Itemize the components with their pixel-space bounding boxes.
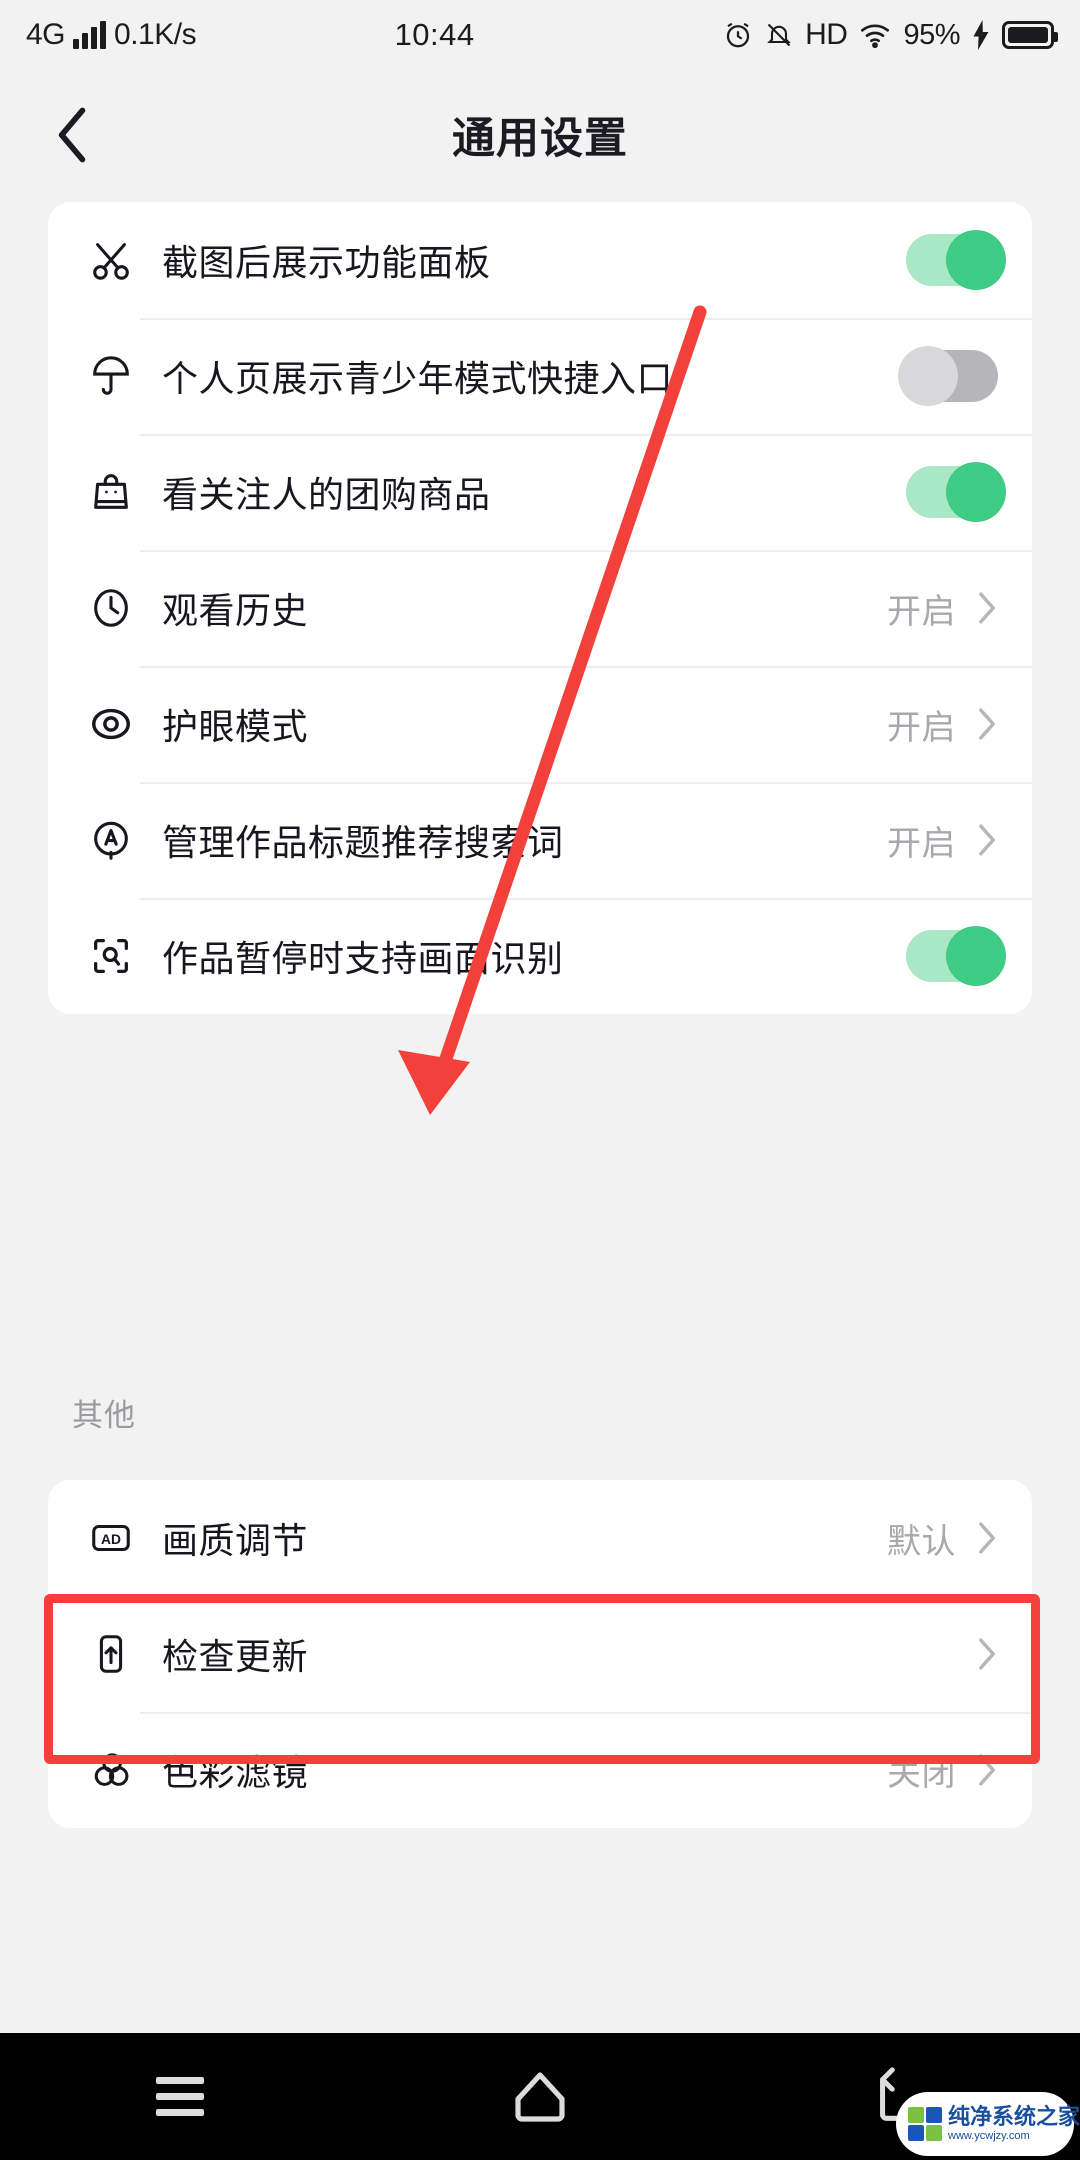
setting-label: 护眼模式 [162,706,309,747]
hd-icon: HD [805,18,848,51]
annotation-highlight-box [44,1594,1040,1764]
setting-label: 观看历史 [162,590,309,631]
setting-row-group-buy-goods[interactable]: 看关注人的团购商品 [48,434,1032,550]
setting-value: 开启 [887,592,956,631]
toggle-group-buy-goods[interactable] [906,462,1006,522]
watermark-logo-icon [908,2107,942,2141]
setting-label: 截图后展示功能面板 [162,242,491,283]
status-bar-right: HD 95% [723,18,1058,52]
ad-badge-icon: AD [82,1515,140,1561]
toggle-teen-mode-shortcut[interactable] [898,346,998,406]
setting-value: 开启 [887,824,956,863]
wifi-icon [859,21,891,49]
svg-text:AD: AD [101,1532,121,1547]
eye-icon [82,701,140,747]
umbrella-icon [82,353,140,399]
menu-icon[interactable] [0,2033,360,2160]
setting-value: 默认 [887,1522,956,1561]
clock-icon [82,585,140,631]
chevron-right-icon [976,823,998,857]
setting-row-quality-adjust[interactable]: AD 画质调节 默认 [48,1480,1032,1596]
setting-label: 管理作品标题推荐搜索词 [162,822,564,863]
scissors-icon [82,237,140,283]
status-bar: 4G 0.1K/s 10:44 HD 95% [0,0,1080,70]
network-type-label: 4G [26,18,66,51]
watermark-text: 纯净系统之家 www.ycwjzy.com [948,2106,1080,2142]
charging-bolt-icon [972,20,990,50]
setting-label: 作品暂停时支持画面识别 [162,938,564,979]
setting-label: 个人页展示青少年模式快捷入口 [162,358,674,399]
setting-row-screenshot-panel[interactable]: 截图后展示功能面板 [48,202,1032,318]
scan-search-icon [82,933,140,979]
toggle-screenshot-panel[interactable] [906,230,1006,290]
alarm-icon [723,20,753,50]
setting-row-watch-history[interactable]: 观看历史 开启 [48,550,1032,666]
setting-row-teen-mode-shortcut[interactable]: 个人页展示青少年模式快捷入口 [48,318,1032,434]
shopping-bag-icon [82,469,140,515]
setting-value: 开启 [887,708,956,747]
setting-label: 看关注人的团购商品 [162,474,491,515]
signal-bars-icon [73,21,107,49]
home-icon[interactable] [360,2033,720,2160]
battery-percent-label: 95% [903,18,960,51]
network-speed-label: 0.1K/s [114,18,197,51]
chevron-right-icon [976,707,998,741]
battery-icon [1002,21,1058,49]
mute-icon [765,20,793,50]
watermark: 纯净系统之家 www.ycwjzy.com [896,2092,1080,2156]
status-bar-left: 4G 0.1K/s [26,18,197,52]
toggle-pause-image-recognition[interactable] [906,926,1006,986]
title-bar: 通用设置 [0,70,1080,200]
section-header-other: 其他 [72,1398,136,1433]
setting-row-title-search-terms[interactable]: 管理作品标题推荐搜索词 开启 [48,782,1032,898]
phone-screen: 4G 0.1K/s 10:44 HD 95% 通用设置 截图后展示功能面板 个人… [0,0,1080,2160]
circle-a-icon [82,817,140,863]
setting-row-pause-image-recognition[interactable]: 作品暂停时支持画面识别 [48,898,1032,1014]
page-title: 通用设置 [452,115,628,163]
setting-label: 画质调节 [162,1520,309,1561]
chevron-right-icon [976,591,998,625]
setting-row-eye-protection[interactable]: 护眼模式 开启 [48,666,1032,782]
clock-label: 10:44 [394,17,475,52]
watermark-title: 纯净系统之家 [948,2104,1080,2129]
settings-card-general: 截图后展示功能面板 个人页展示青少年模式快捷入口 看关注人的团购商品 观看历史 … [48,202,1032,1014]
watermark-url: www.ycwjzy.com [948,2130,1030,2142]
chevron-right-icon [976,1521,998,1555]
